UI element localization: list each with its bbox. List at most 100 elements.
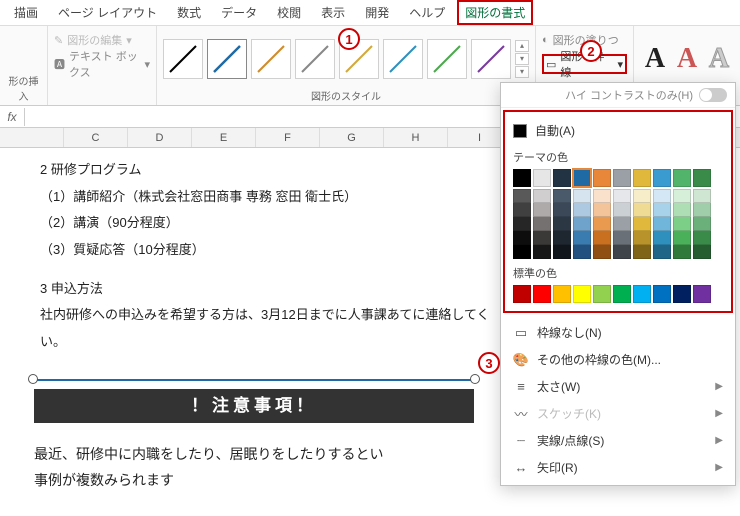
color-swatch[interactable] <box>593 217 611 231</box>
style-swatch-7[interactable] <box>471 39 511 79</box>
tab-review[interactable]: 校閲 <box>269 0 309 25</box>
col-header[interactable]: D <box>128 128 192 147</box>
color-swatch[interactable] <box>613 217 631 231</box>
color-swatch[interactable] <box>533 231 551 245</box>
color-swatch[interactable] <box>653 203 671 217</box>
color-swatch[interactable] <box>513 217 531 231</box>
color-swatch[interactable] <box>573 189 591 203</box>
color-swatch[interactable] <box>633 231 651 245</box>
weight-item[interactable]: ≡太さ(W)▶ <box>501 373 735 400</box>
color-swatch[interactable] <box>633 169 651 187</box>
color-swatch[interactable] <box>613 169 631 187</box>
color-swatch[interactable] <box>673 203 691 217</box>
color-swatch[interactable] <box>693 189 711 203</box>
color-swatch[interactable] <box>573 245 591 259</box>
tab-data[interactable]: データ <box>213 0 265 25</box>
color-swatch[interactable] <box>673 245 691 259</box>
fx-label[interactable]: fx <box>0 110 24 124</box>
color-swatch[interactable] <box>613 285 631 303</box>
color-swatch[interactable] <box>593 189 611 203</box>
style-swatch-3[interactable] <box>295 39 335 79</box>
wordart-style-1[interactable]: A <box>672 43 702 75</box>
style-swatch-2[interactable] <box>251 39 291 79</box>
col-header[interactable]: G <box>320 128 384 147</box>
tab-shape-format[interactable]: 図形の書式 <box>457 0 533 25</box>
color-swatch[interactable] <box>553 245 571 259</box>
banner-shape[interactable]: ！注意事項！ <box>34 389 474 423</box>
tab-draw[interactable]: 描画 <box>6 0 46 25</box>
color-swatch[interactable] <box>673 169 691 187</box>
col-header[interactable]: F <box>256 128 320 147</box>
color-swatch[interactable] <box>573 285 591 303</box>
col-header[interactable]: C <box>64 128 128 147</box>
color-swatch[interactable] <box>613 245 631 259</box>
color-swatch[interactable] <box>513 245 531 259</box>
text-box-button[interactable]: 🅰テキスト ボックス▾ <box>54 54 150 74</box>
color-swatch[interactable] <box>633 245 651 259</box>
color-swatch[interactable] <box>613 203 631 217</box>
color-swatch[interactable] <box>653 189 671 203</box>
color-swatch[interactable] <box>553 231 571 245</box>
color-swatch[interactable] <box>673 285 691 303</box>
tab-formulas[interactable]: 数式 <box>169 0 209 25</box>
tab-developer[interactable]: 開発 <box>357 0 397 25</box>
color-swatch[interactable] <box>513 231 531 245</box>
color-swatch[interactable] <box>653 169 671 187</box>
resize-handle-right[interactable] <box>470 374 480 384</box>
style-swatch-0[interactable] <box>163 39 203 79</box>
color-swatch[interactable] <box>693 245 711 259</box>
tab-page-layout[interactable]: ページ レイアウト <box>50 0 165 25</box>
color-swatch[interactable] <box>573 231 591 245</box>
auto-color-row[interactable]: 自動(A) <box>513 118 723 143</box>
color-swatch[interactable] <box>633 217 651 231</box>
col-header[interactable]: E <box>192 128 256 147</box>
gallery-scroll[interactable]: ▴▾▾ <box>515 40 529 78</box>
color-swatch[interactable] <box>533 285 551 303</box>
color-swatch[interactable] <box>533 203 551 217</box>
color-swatch[interactable] <box>693 285 711 303</box>
wordart-style-2[interactable]: A <box>704 43 734 75</box>
color-swatch[interactable] <box>653 245 671 259</box>
color-swatch[interactable] <box>673 231 691 245</box>
color-swatch[interactable] <box>593 203 611 217</box>
color-swatch[interactable] <box>513 203 531 217</box>
color-swatch[interactable] <box>533 189 551 203</box>
style-swatch-1[interactable] <box>207 39 247 79</box>
color-swatch[interactable] <box>533 217 551 231</box>
tab-help[interactable]: ヘルプ <box>401 0 453 25</box>
color-swatch[interactable] <box>673 189 691 203</box>
color-swatch[interactable] <box>633 189 651 203</box>
col-header[interactable]: H <box>384 128 448 147</box>
color-swatch[interactable] <box>613 189 631 203</box>
color-swatch[interactable] <box>573 203 591 217</box>
color-swatch[interactable] <box>553 285 571 303</box>
color-swatch[interactable] <box>553 203 571 217</box>
color-swatch[interactable] <box>553 169 571 187</box>
color-swatch[interactable] <box>593 169 611 187</box>
color-swatch[interactable] <box>613 231 631 245</box>
color-swatch[interactable] <box>533 245 551 259</box>
style-swatch-6[interactable] <box>427 39 467 79</box>
color-swatch[interactable] <box>653 217 671 231</box>
color-swatch[interactable] <box>693 169 711 187</box>
style-swatch-5[interactable] <box>383 39 423 79</box>
more-colors-item[interactable]: 🎨その他の枠線の色(M)... <box>501 346 735 373</box>
arrows-item[interactable]: ↔矢印(R)▶ <box>501 454 735 481</box>
color-swatch[interactable] <box>593 231 611 245</box>
color-swatch[interactable] <box>633 203 651 217</box>
col-header[interactable] <box>0 128 64 147</box>
color-swatch[interactable] <box>533 169 551 187</box>
color-swatch[interactable] <box>593 245 611 259</box>
resize-handle-left[interactable] <box>28 374 38 384</box>
color-swatch[interactable] <box>513 285 531 303</box>
color-swatch[interactable] <box>513 189 531 203</box>
color-swatch[interactable] <box>553 217 571 231</box>
high-contrast-toggle[interactable] <box>699 88 727 102</box>
dashes-item[interactable]: ┈実線/点線(S)▶ <box>501 427 735 454</box>
color-swatch[interactable] <box>573 169 591 187</box>
color-swatch[interactable] <box>553 189 571 203</box>
color-swatch[interactable] <box>633 285 651 303</box>
tab-view[interactable]: 表示 <box>313 0 353 25</box>
color-swatch[interactable] <box>693 203 711 217</box>
color-swatch[interactable] <box>573 217 591 231</box>
